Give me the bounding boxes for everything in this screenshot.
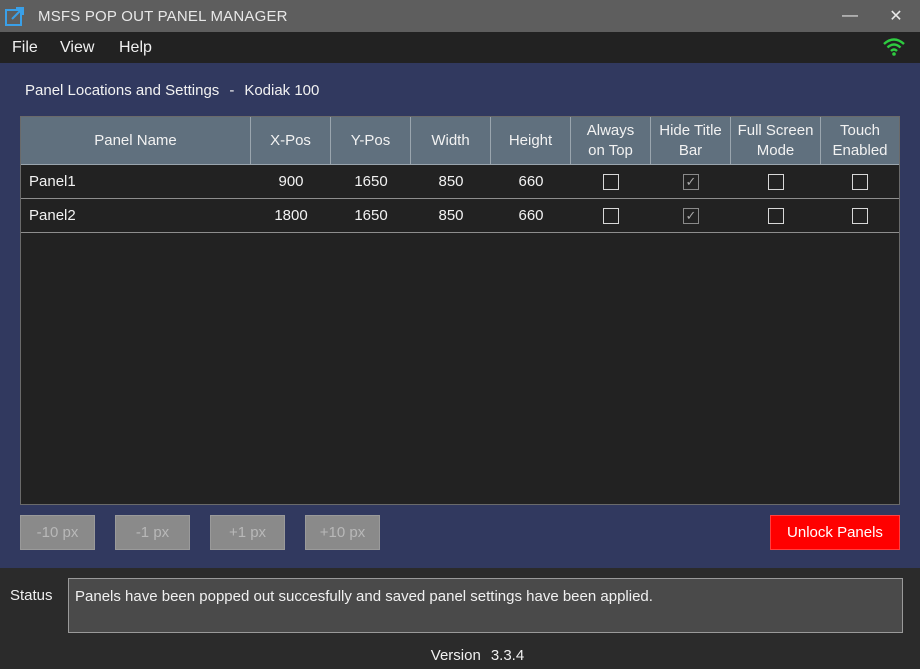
header-width[interactable]: Width	[411, 117, 491, 165]
app-icon	[5, 7, 24, 26]
title-bar: MSFS POP OUT PANEL MANAGER — ✕	[0, 0, 920, 32]
header-full-screen[interactable]: Full Screen Mode	[731, 117, 821, 165]
header-full-screen-line2: Mode	[756, 141, 795, 159]
header-x-pos[interactable]: X-Pos	[251, 117, 331, 165]
header-hide-title-bar-line1: Hide Title	[659, 121, 722, 139]
menu-help[interactable]: Help	[119, 39, 152, 57]
hide-title-bar-checkbox[interactable]: ✓	[683, 207, 699, 224]
header-full-screen-line1: Full Screen	[737, 121, 814, 139]
header-always-on-top-line2: on Top	[588, 141, 633, 159]
version-label: Version	[430, 647, 481, 664]
header-touch-enabled-line1: Touch	[839, 121, 881, 139]
cell-height[interactable]: 660	[491, 165, 571, 198]
menu-bar: File View Help	[0, 32, 920, 63]
header-y-pos[interactable]: Y-Pos	[331, 117, 411, 165]
main-panel: Panel Locations and Settings - Kodiak 100 …	[0, 63, 920, 568]
minimize-icon: —	[842, 7, 858, 24]
menu-file[interactable]: File	[12, 39, 38, 57]
minimize-button[interactable]: —	[827, 0, 873, 32]
header-hide-title-bar-line2: Bar	[678, 141, 703, 159]
minus-10px-button[interactable]: -10 px	[20, 515, 95, 550]
header-panel-name[interactable]: Panel Name	[21, 117, 251, 165]
version-info: Version 3.3.4	[0, 647, 920, 664]
cell-panel-name[interactable]: Panel2	[21, 199, 251, 232]
status-label: Status	[10, 587, 53, 604]
table-row[interactable]: Panel1 900 1650 850 660 ✓	[21, 165, 899, 199]
app-title: MSFS POP OUT PANEL MANAGER	[38, 8, 288, 25]
heading-separator: -	[229, 82, 235, 99]
cell-width[interactable]: 850	[411, 165, 491, 198]
version-number: 3.3.4	[490, 647, 525, 664]
header-always-on-top-line1: Always	[586, 121, 635, 139]
heading-text: Panel Locations and Settings	[25, 82, 220, 99]
hide-title-bar-checkbox[interactable]: ✓	[683, 173, 699, 190]
header-height[interactable]: Height	[491, 117, 571, 165]
plus-10px-button[interactable]: +10 px	[305, 515, 380, 550]
cell-y-pos[interactable]: 1650	[331, 165, 411, 198]
minus-1px-button[interactable]: -1 px	[115, 515, 190, 550]
touch-enabled-checkbox[interactable]	[852, 173, 868, 190]
always-on-top-checkbox[interactable]	[603, 173, 619, 190]
cell-width[interactable]: 850	[411, 199, 491, 232]
full-screen-checkbox[interactable]	[768, 173, 784, 190]
close-icon: ✕	[889, 8, 903, 25]
aircraft-name: Kodiak 100	[244, 82, 320, 99]
full-screen-checkbox[interactable]	[768, 207, 784, 224]
panel-grid: Panel Name X-Pos Y-Pos Width Height Alwa…	[20, 116, 900, 505]
menu-view[interactable]: View	[60, 39, 94, 57]
header-always-on-top[interactable]: Always on Top	[571, 117, 651, 165]
always-on-top-checkbox[interactable]	[603, 207, 619, 224]
touch-enabled-checkbox[interactable]	[852, 207, 868, 224]
header-touch-enabled-line2: Enabled	[832, 141, 888, 159]
cell-y-pos[interactable]: 1650	[331, 199, 411, 232]
close-button[interactable]: ✕	[873, 0, 919, 32]
wifi-icon	[883, 38, 905, 56]
header-hide-title-bar[interactable]: Hide Title Bar	[651, 117, 731, 165]
cell-height[interactable]: 660	[491, 199, 571, 232]
page-title: Panel Locations and Settings - Kodiak 100	[25, 82, 319, 99]
plus-1px-button[interactable]: +1 px	[210, 515, 285, 550]
cell-x-pos[interactable]: 900	[251, 165, 331, 198]
unlock-panels-button[interactable]: Unlock Panels	[770, 515, 900, 550]
cell-panel-name[interactable]: Panel1	[21, 165, 251, 198]
cell-x-pos[interactable]: 1800	[251, 199, 331, 232]
header-touch-enabled[interactable]: Touch Enabled	[821, 117, 899, 165]
table-row[interactable]: Panel2 1800 1650 850 660 ✓	[21, 199, 899, 233]
status-message: Panels have been popped out succesfully …	[68, 578, 903, 633]
